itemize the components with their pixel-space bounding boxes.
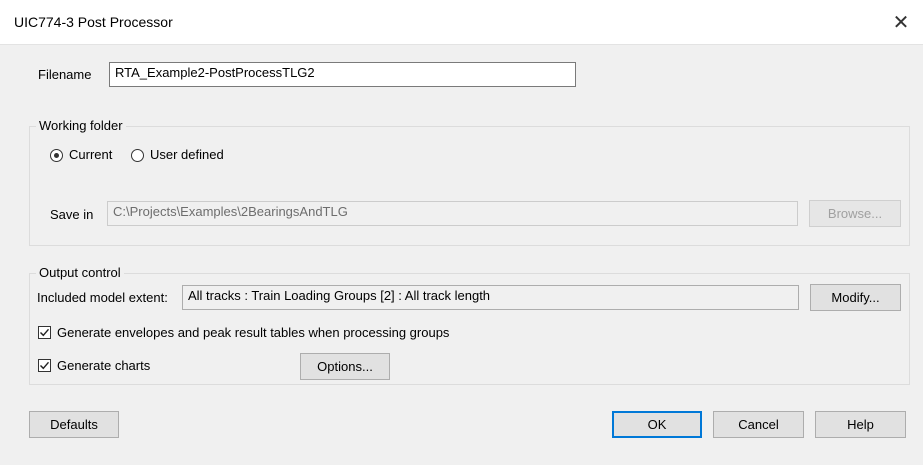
help-button[interactable]: Help xyxy=(815,411,906,438)
envelopes-label[interactable]: Generate envelopes and peak result table… xyxy=(57,325,449,340)
charts-checkbox[interactable] xyxy=(38,359,51,372)
filename-field[interactable]: RTA_Example2-PostProcessTLG2 xyxy=(109,62,576,87)
radio-current-label[interactable]: Current xyxy=(69,147,112,162)
working-folder-group xyxy=(29,126,910,246)
modify-button[interactable]: Modify... xyxy=(810,284,901,311)
cancel-button[interactable]: Cancel xyxy=(713,411,804,438)
model-extent-label: Included model extent: xyxy=(37,290,168,305)
browse-button: Browse... xyxy=(809,200,901,227)
title-bar: UIC774-3 Post Processor ✕ xyxy=(0,0,923,45)
working-folder-title: Working folder xyxy=(36,118,126,133)
checkmark-icon xyxy=(40,328,50,337)
envelopes-checkbox[interactable] xyxy=(38,326,51,339)
defaults-button[interactable]: Defaults xyxy=(29,411,119,438)
filename-label: Filename xyxy=(38,67,92,82)
close-icon[interactable]: ✕ xyxy=(879,0,923,44)
radio-current-dot xyxy=(54,153,59,158)
radio-user-defined-label[interactable]: User defined xyxy=(150,147,224,162)
save-in-field: C:\Projects\Examples\2BearingsAndTLG xyxy=(107,201,798,226)
ok-button[interactable]: OK xyxy=(612,411,702,438)
radio-user-defined[interactable] xyxy=(131,149,144,162)
window-title: UIC774-3 Post Processor xyxy=(14,14,173,30)
output-control-title: Output control xyxy=(36,265,124,280)
options-button[interactable]: Options... xyxy=(300,353,390,380)
save-in-label: Save in xyxy=(50,207,94,222)
model-extent-field: All tracks : Train Loading Groups [2] : … xyxy=(182,285,799,310)
charts-label[interactable]: Generate charts xyxy=(57,358,150,373)
radio-current[interactable] xyxy=(50,149,63,162)
checkmark-icon xyxy=(40,361,50,370)
